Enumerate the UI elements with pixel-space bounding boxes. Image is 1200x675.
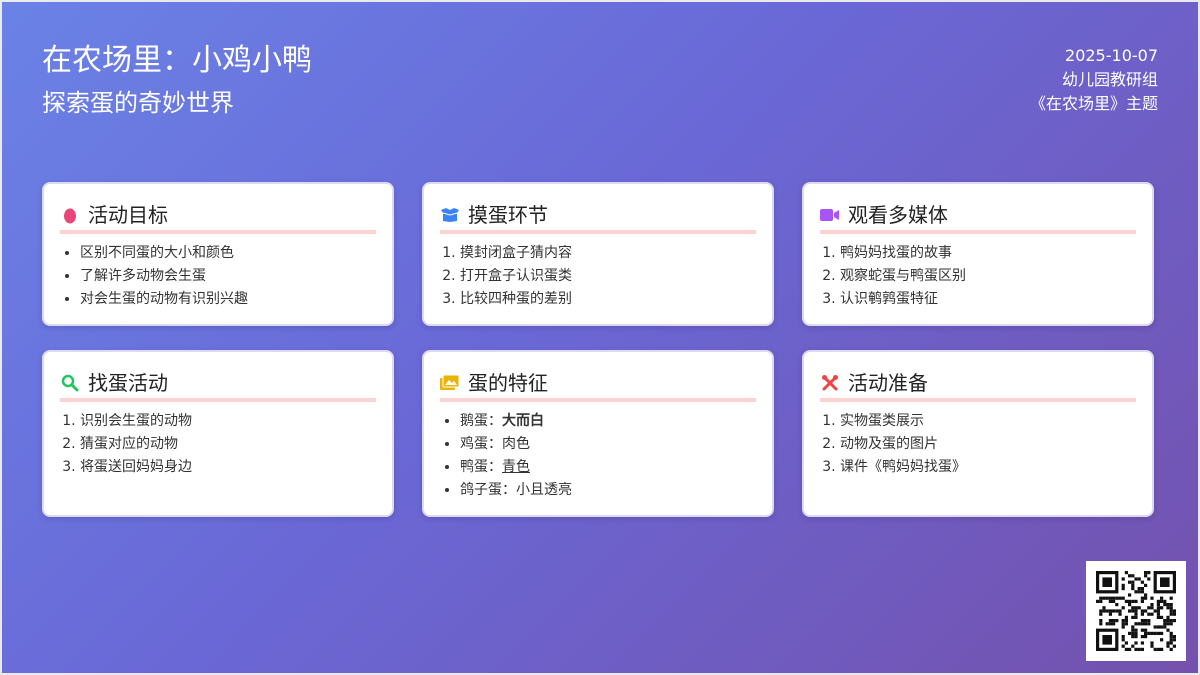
- card-list: 识别会生蛋的动物 猜蛋对应的动物 将蛋送回妈妈身边: [60, 410, 376, 479]
- slide: 在农场里：小鸡小鸭 探索蛋的奇妙世界 2025-10-07 幼儿园教研组 《在农…: [0, 0, 1200, 675]
- card-header: 摸蛋环节: [440, 202, 756, 234]
- card-list: 鹅蛋：大而白 鸡蛋：肉色 鸭蛋：青色 鸽子蛋：小且透亮: [440, 410, 756, 502]
- list-item: 鸡蛋：肉色: [460, 433, 756, 456]
- item-value: 青色: [502, 459, 530, 475]
- date-label: 2025-10-07: [1065, 46, 1158, 65]
- search-icon: [60, 373, 80, 393]
- video-icon: [820, 205, 840, 225]
- card-header: 活动目标: [60, 202, 376, 234]
- list-item: 猜蛋对应的动物: [80, 433, 376, 456]
- page-subtitle: 探索蛋的奇妙世界: [42, 89, 234, 117]
- tools-icon: [820, 373, 840, 393]
- list-item: 认识鹌鹑蛋特征: [840, 288, 1136, 311]
- card-header: 活动准备: [820, 370, 1136, 402]
- item-value: 肉色: [502, 436, 530, 452]
- list-item: 比较四种蛋的差别: [460, 288, 756, 311]
- item-label: 鸡蛋：: [460, 436, 502, 452]
- page-title: 在农场里：小鸡小鸭: [42, 43, 312, 78]
- card-header: 蛋的特征: [440, 370, 756, 402]
- item-value: 小且透亮: [516, 482, 572, 498]
- card-list: 鸭妈妈找蛋的故事 观察蛇蛋与鸭蛋区别 认识鹌鹑蛋特征: [820, 242, 1136, 311]
- org-label: 幼儿园教研组: [1061, 70, 1158, 89]
- meta-info: 2025-10-07 幼儿园教研组 《在农场里》主题: [1030, 44, 1158, 116]
- list-item: 鸽子蛋：小且透亮: [460, 479, 756, 502]
- list-item: 区别不同蛋的大小和颜色: [80, 242, 376, 265]
- card-egg-features: 蛋的特征 鹅蛋：大而白 鸡蛋：肉色 鸭蛋：青色 鸽子蛋：小且透亮: [422, 350, 774, 517]
- list-item: 对会生蛋的动物有识别兴趣: [80, 288, 376, 311]
- list-item: 识别会生蛋的动物: [80, 410, 376, 433]
- list-item: 鸭蛋：青色: [460, 456, 756, 479]
- card-activity-goals: 活动目标 区别不同蛋的大小和颜色 了解许多动物会生蛋 对会生蛋的动物有识别兴趣: [42, 182, 394, 326]
- list-item: 了解许多动物会生蛋: [80, 265, 376, 288]
- item-label: 鸭蛋：: [460, 459, 502, 475]
- card-preparation: 活动准备 实物蛋类展示 动物及蛋的图片 课件《鸭妈妈找蛋》: [802, 350, 1154, 517]
- list-item: 将蛋送回妈妈身边: [80, 456, 376, 479]
- card-touch-egg: 摸蛋环节 摸封闭盒子猜内容 打开盒子认识蛋类 比较四种蛋的差别: [422, 182, 774, 326]
- theme-label: 《在农场里》主题: [1029, 94, 1158, 113]
- box-icon: [440, 205, 460, 225]
- card-title: 找蛋活动: [88, 371, 168, 395]
- list-item: 动物及蛋的图片: [840, 433, 1136, 456]
- list-item: 鹅蛋：大而白: [460, 410, 756, 433]
- list-item: 观察蛇蛋与鸭蛋区别: [840, 265, 1136, 288]
- list-item: 鸭妈妈找蛋的故事: [840, 242, 1136, 265]
- card-header: 找蛋活动: [60, 370, 376, 402]
- card-multimedia: 观看多媒体 鸭妈妈找蛋的故事 观察蛇蛋与鸭蛋区别 认识鹌鹑蛋特征: [802, 182, 1154, 326]
- qr-code-icon: [1086, 561, 1186, 661]
- egg-icon: [60, 205, 80, 225]
- item-label: 鸽子蛋：: [460, 482, 516, 498]
- card-list: 区别不同蛋的大小和颜色 了解许多动物会生蛋 对会生蛋的动物有识别兴趣: [60, 242, 376, 311]
- card-title: 观看多媒体: [848, 203, 948, 227]
- card-list: 实物蛋类展示 动物及蛋的图片 课件《鸭妈妈找蛋》: [820, 410, 1136, 479]
- card-list: 摸封闭盒子猜内容 打开盒子认识蛋类 比较四种蛋的差别: [440, 242, 756, 311]
- card-find-egg: 找蛋活动 识别会生蛋的动物 猜蛋对应的动物 将蛋送回妈妈身边: [42, 350, 394, 517]
- list-item: 打开盒子认识蛋类: [460, 265, 756, 288]
- image-icon: [440, 373, 460, 393]
- card-title: 蛋的特征: [468, 371, 548, 395]
- item-label: 鹅蛋：: [460, 413, 502, 429]
- list-item: 摸封闭盒子猜内容: [460, 242, 756, 265]
- card-title: 活动准备: [848, 371, 928, 395]
- item-value: 大而白: [502, 413, 544, 429]
- card-title: 摸蛋环节: [468, 203, 548, 227]
- list-item: 实物蛋类展示: [840, 410, 1136, 433]
- card-header: 观看多媒体: [820, 202, 1136, 234]
- list-item: 课件《鸭妈妈找蛋》: [840, 456, 1136, 479]
- card-title: 活动目标: [88, 203, 168, 227]
